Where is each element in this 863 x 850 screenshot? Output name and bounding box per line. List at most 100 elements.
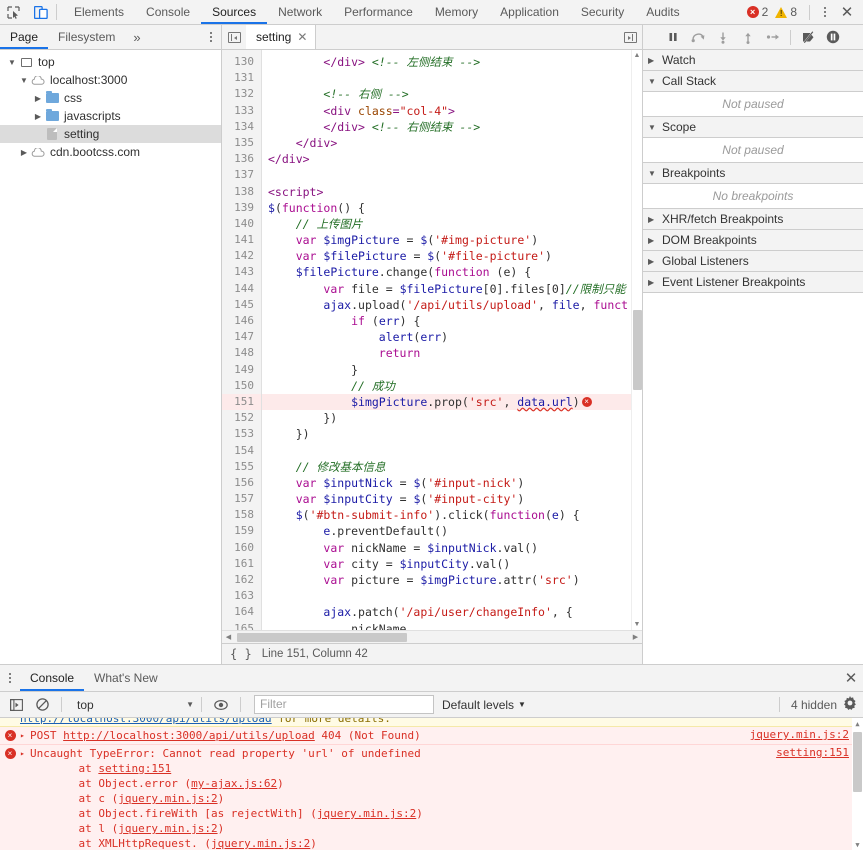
code-line[interactable]: $filePicture.change(function (e) { (262, 264, 631, 280)
line-number[interactable]: 149 (222, 362, 261, 378)
step-into-icon[interactable] (712, 27, 734, 47)
chevron-right-icon[interactable]: ▶ (648, 257, 658, 266)
close-devtools-icon[interactable]: ✕ (835, 3, 859, 21)
tab-memory[interactable]: Memory (424, 0, 489, 24)
code-line[interactable]: } (262, 362, 631, 378)
line-number[interactable]: 165 (222, 621, 261, 630)
tree-item-css[interactable]: css (0, 89, 221, 107)
scroll-left-icon[interactable]: ◀ (222, 633, 235, 641)
line-number[interactable]: 148 (222, 345, 261, 361)
tab-security[interactable]: Security (570, 0, 635, 24)
line-number[interactable]: 139 (222, 200, 261, 216)
step-out-icon[interactable] (737, 27, 759, 47)
line-number[interactable]: 141 (222, 232, 261, 248)
code-line[interactable]: <div class="col-4"> (262, 103, 631, 119)
code-editor[interactable]: 130 131 132 133 134 135 136 137 138 139 140 141 142 1… (222, 50, 642, 630)
code-line[interactable]: return (262, 345, 631, 361)
drawer-tab-console[interactable]: Console (20, 665, 85, 691)
navigator-menu-icon[interactable] (201, 25, 221, 49)
line-number[interactable]: 137 (222, 167, 261, 183)
code-line[interactable]: ajax.upload('/api/utils/upload', file, f… (262, 297, 631, 313)
code-line[interactable]: var picture = $imgPicture.attr('src') (262, 572, 631, 588)
chevron-down-icon[interactable] (18, 76, 30, 85)
code-line[interactable]: <script> (262, 184, 631, 200)
scrollbar-thumb[interactable] (237, 632, 407, 642)
code-line[interactable]: </div> (262, 135, 631, 151)
chevron-right-icon[interactable]: ▶ (648, 56, 658, 65)
code-line[interactable]: var $imgPicture = $('#img-picture') (262, 232, 631, 248)
inspect-element-icon[interactable] (0, 0, 27, 24)
code-line[interactable]: <!-- 右侧 --> (262, 86, 631, 102)
debugger-section-dom-breakpoints[interactable]: ▶ DOM Breakpoints (643, 230, 863, 251)
code-line[interactable]: var file = $filePicture[0].files[0]//限制只… (262, 281, 631, 297)
code-line[interactable]: }) (262, 410, 631, 426)
tab-console[interactable]: Console (135, 0, 201, 24)
console-message-list[interactable]: http://localhost:3000/api/utils/upload f… (0, 718, 863, 850)
editor-tab-setting[interactable]: setting ✕ (246, 25, 317, 49)
line-number[interactable]: 156 (222, 475, 261, 491)
code-line[interactable]: }) (262, 426, 631, 442)
chevron-right-icon[interactable] (18, 148, 30, 157)
line-number[interactable]: 138 (222, 184, 261, 200)
line-number[interactable]: 140 (222, 216, 261, 232)
code-line[interactable]: ajax.patch('/api/user/changeInfo', { (262, 604, 631, 620)
scroll-down-icon[interactable]: ▼ (852, 839, 863, 850)
editor-vertical-scrollbar[interactable]: ▲ ▼ (631, 50, 642, 630)
code-line[interactable]: $(function() { (262, 200, 631, 216)
console-message-error[interactable]: × ▸ Uncaught TypeError: Cannot read proper… (0, 745, 863, 850)
code-line[interactable] (262, 70, 631, 86)
tree-item-setting[interactable]: setting (0, 125, 221, 143)
error-count-badge[interactable]: × 2 (746, 5, 768, 19)
deactivate-breakpoints-icon[interactable] (797, 27, 819, 47)
line-number[interactable]: 145 (222, 297, 261, 313)
console-vertical-scrollbar[interactable]: ▲ ▼ (852, 718, 863, 850)
code-line[interactable]: var $inputCity = $('#input-city') (262, 491, 631, 507)
line-number[interactable]: 150 (222, 378, 261, 394)
console-message-source-link[interactable]: jquery.min.js:2 (750, 728, 863, 741)
line-number[interactable]: 131 (222, 70, 261, 86)
line-number[interactable]: 158 (222, 507, 261, 523)
code-line[interactable]: // 修改基本信息 (262, 459, 631, 475)
line-number[interactable]: 163 (222, 588, 261, 604)
stack-frame-link[interactable]: jquery.min.js:2 (211, 837, 310, 850)
scroll-down-icon[interactable]: ▼ (632, 619, 642, 630)
console-message-source-link[interactable]: setting:151 (776, 746, 863, 759)
tree-item-cdn-bootcss[interactable]: cdn.bootcss.com (0, 143, 221, 161)
drawer-menu-icon[interactable] (0, 665, 20, 691)
main-menu-icon[interactable] (815, 7, 835, 17)
line-number[interactable]: 142 (222, 248, 261, 264)
show-debugger-icon[interactable] (618, 25, 642, 49)
scroll-up-icon[interactable]: ▲ (632, 50, 642, 61)
debugger-section-breakpoints[interactable]: ▼ Breakpoints (643, 163, 863, 184)
code-line[interactable] (262, 443, 631, 459)
code-line[interactable]: $('#btn-submit-info').click(function(e) … (262, 507, 631, 523)
chevron-right-icon[interactable] (32, 94, 44, 103)
pretty-print-icon[interactable]: { } (230, 647, 252, 661)
line-number[interactable]: 133 (222, 103, 261, 119)
scrollbar-thumb[interactable] (853, 732, 862, 792)
scroll-up-icon[interactable]: ▲ (852, 718, 863, 729)
chevron-right-icon[interactable]: ▶ (648, 215, 658, 224)
line-number[interactable]: 154 (222, 443, 261, 459)
code-content[interactable]: </div> <!-- 左侧结束 --> <!-- 右侧 --> <div cl… (262, 50, 631, 630)
debugger-section-event-listener-breakpoints[interactable]: ▶ Event Listener Breakpoints (643, 272, 863, 293)
line-number[interactable]: 147 (222, 329, 261, 345)
line-number[interactable]: 146 (222, 313, 261, 329)
code-line[interactable]: alert(err) (262, 329, 631, 345)
tab-network[interactable]: Network (267, 0, 333, 24)
line-number[interactable]: 153 (222, 426, 261, 442)
execution-context-select[interactable]: top ▼ (69, 698, 194, 712)
line-number[interactable]: 132 (222, 86, 261, 102)
console-levels-select[interactable]: Default levels ▼ (442, 698, 526, 712)
line-number[interactable]: 155 (222, 459, 261, 475)
scrollbar-thumb[interactable] (633, 310, 642, 390)
step-over-icon[interactable] (687, 27, 709, 47)
line-number[interactable]: 161 (222, 556, 261, 572)
line-number[interactable]: 151 (222, 393, 261, 411)
code-line[interactable] (262, 588, 631, 604)
line-number[interactable]: 152 (222, 410, 261, 426)
code-line[interactable]: $imgPicture.prop('src', data.url) × (262, 393, 631, 411)
chevron-down-icon[interactable] (6, 58, 18, 67)
line-number[interactable]: 159 (222, 523, 261, 539)
nav-tab-filesystem[interactable]: Filesystem (48, 25, 125, 49)
